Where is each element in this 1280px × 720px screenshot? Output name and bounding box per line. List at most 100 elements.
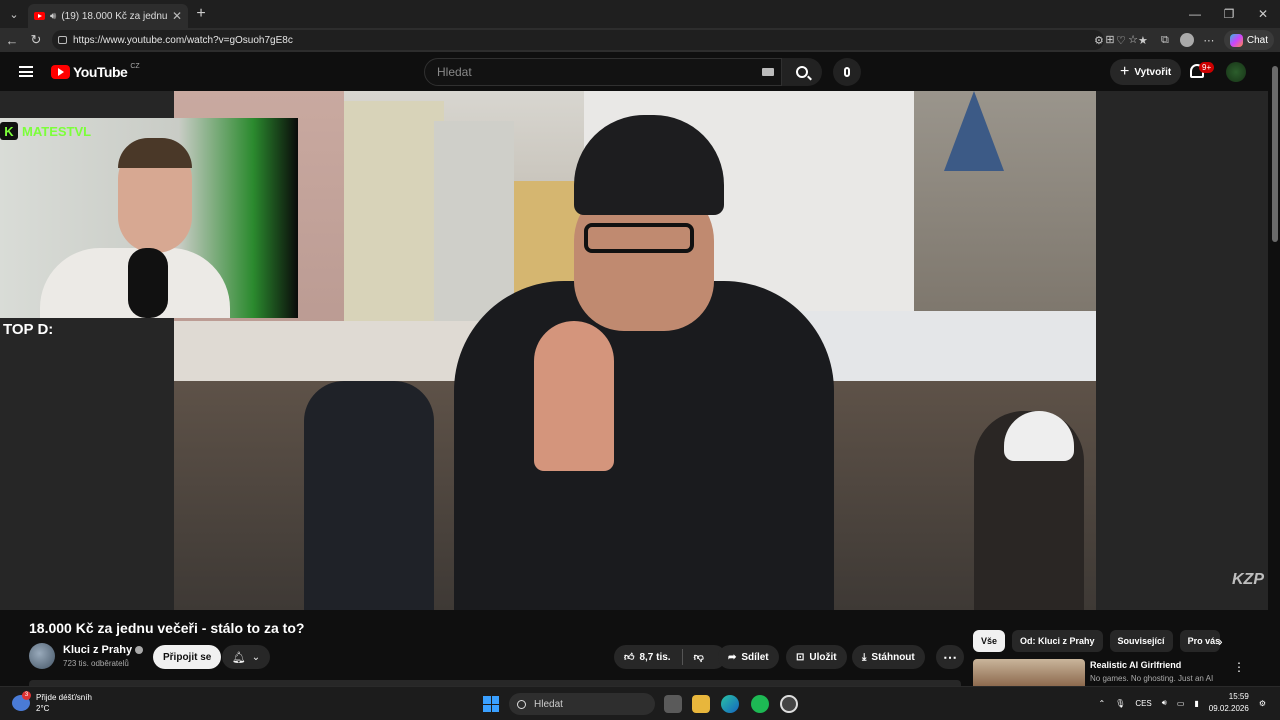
copilot-chat-button[interactable]: Chat — [1223, 30, 1274, 50]
extensions-icon[interactable]: ⚙ — [1092, 33, 1106, 47]
chat-label: Chat — [1246, 34, 1268, 46]
reload-button[interactable]: ↻ — [24, 32, 48, 48]
spotify-icon[interactable] — [751, 695, 769, 713]
speaker-icon[interactable]: 🔊︎ — [50, 11, 56, 22]
system-tray: ⌃ 🎙︎ CES 🔊︎ ▭ ▮ 15:59 09.02.2026 ⚙ — [1098, 691, 1266, 715]
chip-related[interactable]: Související — [1109, 630, 1173, 652]
network-icon[interactable]: ▭ — [1177, 699, 1185, 708]
join-button[interactable]: Připojit se — [153, 645, 222, 669]
recommended-description: No games. No ghosting. Just an AI — [1090, 674, 1214, 683]
close-tab-icon[interactable]: ✕ — [172, 9, 182, 23]
church-towers — [914, 91, 1096, 321]
clock-date: 09.02.2026 — [1208, 704, 1249, 713]
weather-title: Přijde déšť/sníh — [36, 693, 92, 702]
new-tab-button[interactable]: + — [188, 5, 214, 23]
microphone-icon — [844, 67, 850, 77]
youtube-favicon-icon — [34, 12, 45, 20]
youtube-logo[interactable]: YouTube CZ — [51, 63, 140, 80]
volume-icon[interactable]: 🔊︎ — [1162, 698, 1167, 708]
keyboard-icon[interactable] — [762, 68, 774, 76]
video-player[interactable]: KZP K MATESTVL TOP D: — [0, 91, 1268, 610]
bookmark-icon: ⊡ — [796, 651, 805, 663]
tray-overflow-icon[interactable]: ⌃ — [1098, 699, 1105, 708]
tab-title: (19) 18.000 Kč za jednu večeři - s — [61, 10, 167, 22]
back-button[interactable]: ← — [0, 33, 24, 48]
search-input[interactable]: Hledat — [424, 58, 782, 86]
download-button[interactable]: ⤓ Stáhnout — [852, 645, 925, 669]
url-field[interactable]: https://www.youtube.com/watch?v=gOsuoh7g… — [52, 30, 1104, 50]
share-icon: ➦ — [728, 651, 737, 663]
scrollbar-thumb[interactable] — [1272, 66, 1278, 242]
chevron-right-icon[interactable]: › — [1218, 633, 1223, 649]
file-explorer-icon[interactable] — [692, 695, 710, 713]
player-right-pad — [1096, 91, 1268, 610]
more-actions-button[interactable]: ⋯ — [936, 645, 964, 669]
minimize-button[interactable]: — — [1178, 0, 1212, 28]
save-label: Uložit — [809, 651, 837, 663]
like-dislike-group: 👍︎ 8,7 tis. 👎︎ — [614, 645, 726, 669]
page-scrollbar[interactable] — [1270, 52, 1280, 686]
site-info-icon[interactable] — [58, 36, 67, 44]
search-button[interactable] — [782, 58, 822, 86]
create-button[interactable]: + Vytvořit — [1110, 59, 1182, 85]
video-frame[interactable] — [174, 91, 1096, 610]
notification-settings-button[interactable]: 🔔︎ ⌄ — [222, 645, 270, 669]
related-filter-chips: Vše Od: Kluci z Prahy Související Pro vá… — [973, 630, 1220, 652]
taskbar-search[interactable]: Hledat — [509, 693, 655, 715]
profile-avatar[interactable] — [1179, 33, 1194, 47]
weather-temp: 2°C — [36, 704, 50, 713]
close-window-button[interactable]: ✕ — [1246, 0, 1280, 28]
window-controls: — ❐ ✕ — [1178, 0, 1280, 28]
voice-search-button[interactable] — [833, 58, 861, 86]
streamer-webcam — [0, 118, 298, 318]
channel-avatar[interactable] — [29, 643, 55, 669]
windows-taskbar: 3 Přijde déšť/sníh 2°C Hledat ⌃ 🎙︎ CES 🔊… — [0, 686, 1280, 720]
person-left — [304, 381, 434, 610]
channel-watermark: KZP — [1232, 571, 1264, 588]
chip-all[interactable]: Vše — [973, 630, 1006, 652]
save-button[interactable]: ⊡ Uložit — [786, 645, 847, 669]
task-view-icon[interactable] — [664, 695, 682, 713]
channel-name[interactable]: Kluci z Prahy — [63, 644, 144, 656]
logo-text: YouTube — [73, 64, 128, 80]
create-label: Vytvořit — [1134, 66, 1172, 78]
download-label: Stáhnout — [871, 651, 915, 663]
collections-icon[interactable]: ⧉ — [1158, 33, 1172, 47]
clock[interactable]: 15:59 09.02.2026 — [1209, 691, 1249, 715]
download-icon: ⤓ — [862, 651, 867, 663]
app-icon[interactable] — [780, 695, 798, 713]
chip-from-channel[interactable]: Od: Kluci z Prahy — [1012, 630, 1103, 652]
like-icon[interactable]: 👍︎ — [624, 651, 634, 663]
dislike-icon[interactable]: 👎︎ — [694, 651, 704, 663]
overlay-caption: TOP D: — [3, 321, 54, 338]
battery-icon[interactable]: ▮ — [1194, 699, 1198, 708]
streamer-name-tag: K MATESTVL — [0, 122, 91, 140]
tab-list-button[interactable]: ⌄ — [0, 0, 28, 28]
chip-for-you[interactable]: Pro vás — [1179, 630, 1220, 652]
clock-time: 15:59 — [1228, 692, 1249, 701]
windows-start-icon[interactable] — [483, 696, 499, 712]
user-avatar[interactable] — [1226, 62, 1246, 82]
like-count[interactable]: 8,7 tis. — [639, 652, 670, 663]
tray-mic-icon[interactable]: 🎙︎ — [1115, 699, 1125, 708]
recommended-title[interactable]: Realistic AI Girlfriend — [1090, 660, 1181, 670]
restore-button[interactable]: ❐ — [1212, 0, 1246, 28]
channel-name-text: Kluci z Prahy — [63, 644, 133, 656]
praying-hands — [534, 321, 614, 471]
weather-widget[interactable]: 3 Přijde déšť/sníh 2°C — [12, 691, 92, 714]
verified-icon — [135, 646, 144, 655]
share-button[interactable]: ➦ Sdílet — [718, 645, 779, 669]
favorites-icon[interactable]: ★ — [1136, 33, 1150, 47]
weather-icon: 3 — [12, 691, 31, 711]
menu-hamburger-icon[interactable] — [19, 66, 33, 77]
weather-badge: 3 — [22, 691, 31, 700]
browser-tab-active[interactable]: 🔊︎ (19) 18.000 Kč za jednu večeři - s ✕ — [28, 4, 188, 28]
edge-browser-icon[interactable] — [721, 695, 739, 713]
language-indicator[interactable]: CES — [1135, 699, 1151, 708]
notification-center-icon[interactable]: ⚙ — [1259, 699, 1266, 708]
browser-essentials-icon[interactable]: ♡ — [1114, 33, 1128, 47]
recommended-thumbnail[interactable] — [973, 659, 1085, 686]
recommended-menu-icon[interactable]: ⋮ — [1233, 660, 1245, 674]
menu-dots-icon[interactable]: ⋯ — [1202, 33, 1216, 47]
search-icon — [517, 699, 526, 709]
